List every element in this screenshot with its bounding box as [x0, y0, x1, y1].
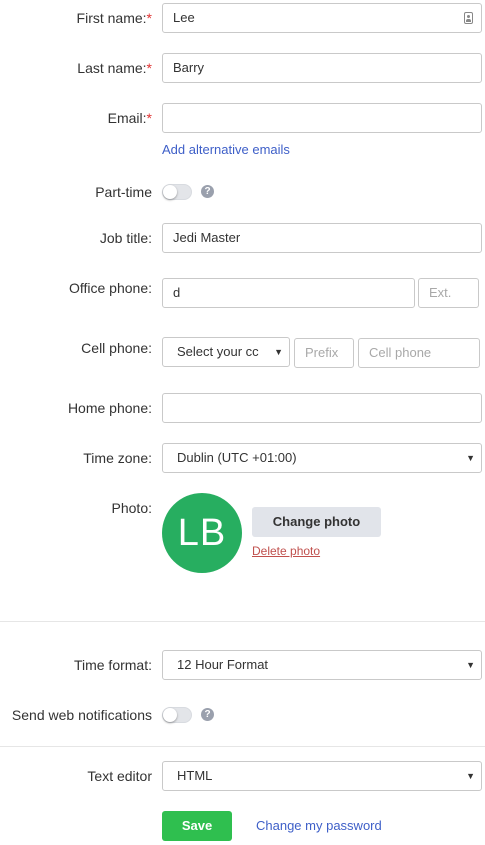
- part-time-label: Part-time: [95, 184, 152, 200]
- add-alternative-emails-link[interactable]: Add alternative emails: [162, 142, 290, 157]
- cell-phone-placeholder: Cell phone: [369, 345, 432, 360]
- web-notifications-toggle[interactable]: [162, 707, 192, 723]
- first-name-label: First name:*: [77, 9, 152, 27]
- email-input[interactable]: [162, 103, 482, 133]
- time-format-label: Time format:: [73, 657, 152, 673]
- cell-phone-label: Cell phone:: [81, 340, 152, 356]
- save-button[interactable]: Save: [162, 811, 232, 841]
- toggle-knob: [163, 185, 177, 199]
- home-phone-label: Home phone:: [67, 400, 152, 416]
- time-zone-select[interactable]: Dublin (UTC +01:00) ▼: [162, 443, 482, 473]
- office-phone-input[interactable]: d: [162, 278, 415, 308]
- prefix-placeholder: Prefix: [305, 345, 339, 360]
- last-name-input[interactable]: Barry: [162, 53, 482, 83]
- prefix-input[interactable]: Prefix: [294, 338, 354, 368]
- last-name-label-text: Last name:: [77, 60, 147, 76]
- country-code-select[interactable]: Select your cc ▼: [162, 337, 290, 367]
- time-format-value: 12 Hour Format: [177, 657, 269, 672]
- job-title-input[interactable]: Jedi Master: [162, 223, 482, 253]
- job-title-value: Jedi Master: [173, 230, 241, 245]
- time-zone-label: Time zone:: [83, 450, 152, 466]
- help-icon[interactable]: ?: [201, 185, 214, 198]
- required-mark: *: [146, 110, 152, 126]
- chevron-down-icon: ▼: [466, 660, 475, 670]
- chevron-down-icon: ▼: [466, 453, 475, 463]
- photo-label: Photo:: [111, 500, 152, 516]
- time-format-select[interactable]: 12 Hour Format ▼: [162, 650, 482, 680]
- email-label-text: Email:: [107, 110, 147, 126]
- toggle-knob: [163, 708, 177, 722]
- part-time-toggle[interactable]: [162, 184, 192, 200]
- help-icon[interactable]: ?: [201, 708, 214, 721]
- first-name-input[interactable]: Lee: [162, 3, 482, 33]
- chevron-down-icon: ▼: [274, 347, 283, 357]
- first-name-value: Lee: [173, 10, 195, 25]
- job-title-label: Job title:: [99, 230, 152, 246]
- first-name-label-text: First name:: [76, 10, 147, 26]
- country-code-value: Select your cc: [177, 344, 259, 359]
- text-editor-label: Text editor: [87, 768, 152, 784]
- time-zone-value: Dublin (UTC +01:00): [177, 450, 297, 465]
- cell-phone-input[interactable]: Cell phone: [358, 338, 480, 368]
- delete-photo-link[interactable]: Delete photo: [252, 544, 320, 558]
- required-mark: *: [146, 60, 152, 76]
- text-editor-value: HTML: [177, 768, 213, 783]
- last-name-label: Last name:*: [77, 59, 152, 77]
- section-divider: [0, 621, 485, 622]
- home-phone-input[interactable]: [162, 393, 482, 423]
- email-label: Email:*: [108, 109, 152, 127]
- contact-card-icon[interactable]: [464, 12, 473, 24]
- office-phone-value: d: [173, 285, 181, 300]
- web-notifications-label: Send web notifications: [11, 707, 152, 723]
- avatar: LB: [162, 493, 242, 573]
- chevron-down-icon: ▼: [466, 771, 475, 781]
- last-name-value: Barry: [173, 60, 205, 75]
- text-editor-select[interactable]: HTML ▼: [162, 761, 482, 791]
- required-mark: *: [146, 10, 152, 26]
- ext-placeholder: Ext.: [429, 285, 452, 300]
- office-phone-ext-input[interactable]: Ext.: [418, 278, 479, 308]
- change-password-link[interactable]: Change my password: [256, 818, 382, 833]
- office-phone-label: Office phone:: [68, 280, 152, 296]
- section-divider: [0, 746, 485, 747]
- change-photo-button[interactable]: Change photo: [252, 507, 381, 537]
